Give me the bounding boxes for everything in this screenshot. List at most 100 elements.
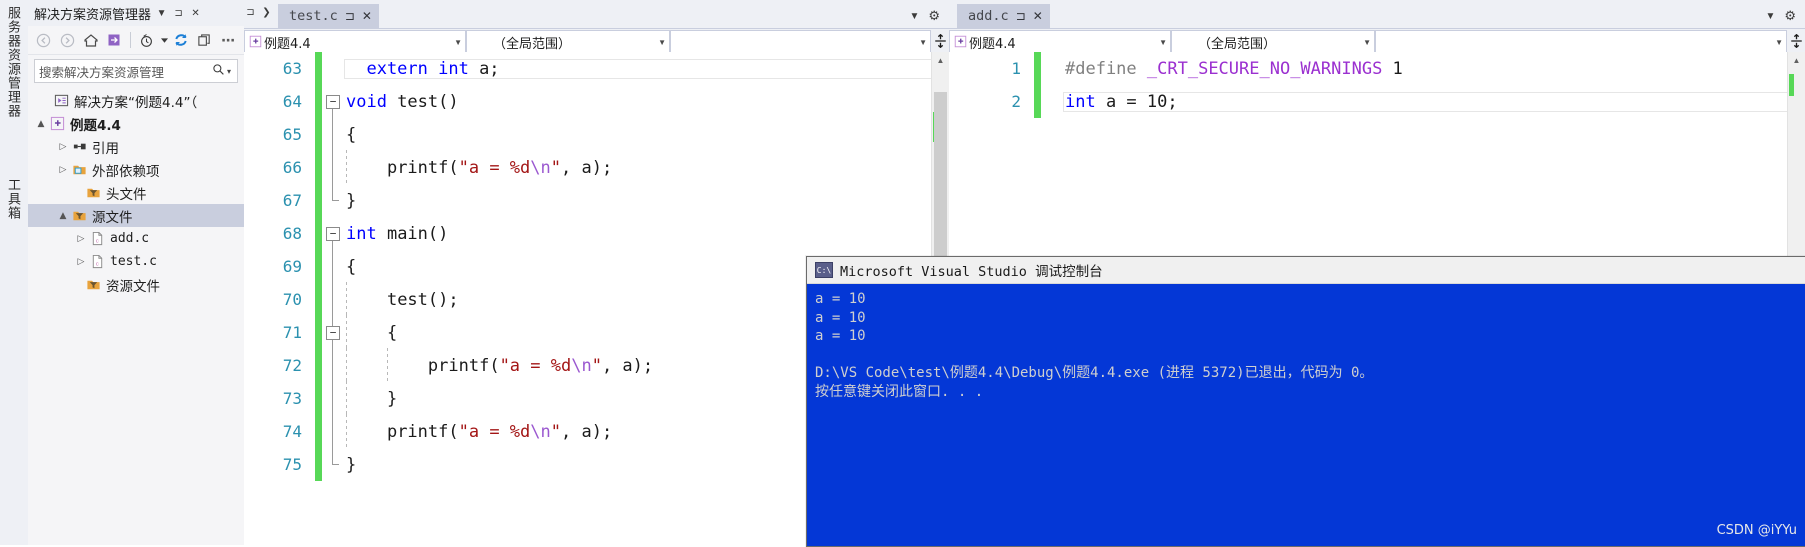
- back-icon[interactable]: [33, 29, 55, 51]
- fold-line: [332, 250, 333, 283]
- line-number: 67: [282, 191, 302, 210]
- tree-item-solution[interactable]: 解决方案“例题4.4”（: [28, 89, 244, 112]
- pin-icon[interactable]: ⊐: [172, 5, 185, 21]
- line-number: 64: [282, 92, 302, 111]
- solution-explorer-title: 解决方案资源管理器: [34, 7, 152, 23]
- chevron-down-icon[interactable]: ▼: [909, 11, 919, 22]
- line-number: 75: [282, 455, 302, 474]
- tree-item-label: 头文件: [106, 186, 147, 203]
- console-titlebar[interactable]: C:\ Microsoft Visual Studio 调试控制台: [807, 257, 1805, 284]
- forward-icon[interactable]: [57, 29, 79, 51]
- fold-column: [322, 382, 344, 415]
- chevron-down-icon[interactable]: ▼: [450, 38, 462, 47]
- fold-line: [332, 151, 333, 184]
- close-icon[interactable]: ✕: [189, 5, 202, 21]
- fold-column: [322, 283, 344, 316]
- chevron-down-icon[interactable]: ▼: [1359, 38, 1371, 47]
- tree-item-test-c[interactable]: ▷ c test.c: [28, 250, 244, 273]
- change-indicator: [315, 448, 322, 481]
- chevron-down-icon[interactable]: ▼: [1155, 38, 1167, 47]
- chevron-down-icon[interactable]: ▼: [155, 5, 168, 21]
- fold-column: [322, 415, 344, 448]
- tree-expander[interactable]: ▲: [34, 119, 48, 129]
- tab-label: test.c: [289, 8, 338, 24]
- scope-selector-left[interactable]: （全局范围） ▼: [466, 30, 670, 54]
- solution-explorer-header: 解决方案资源管理器 ▼ ⊐ ✕: [28, 0, 244, 26]
- chevron-right-icon[interactable]: ❯: [260, 4, 273, 20]
- dock-item-server-explorer[interactable]: 服务器资源管理器: [3, 6, 22, 118]
- tree-item-label: add.c: [110, 231, 150, 246]
- search-input[interactable]: 搜索解决方案资源管理: [39, 62, 212, 81]
- chevron-down-icon[interactable]: ▾: [225, 67, 233, 76]
- project-selector-value: 例题4.4: [264, 36, 311, 52]
- split-window-icon[interactable]: [931, 29, 949, 53]
- code-line: 67 }: [244, 184, 949, 217]
- tree-item-external-dependencies[interactable]: ▷ 外部依赖项: [28, 158, 244, 181]
- close-icon[interactable]: ✕: [362, 10, 372, 22]
- tree-item-source-files[interactable]: ▲ 源文件: [28, 204, 244, 227]
- chevron-down-icon[interactable]: ▼: [915, 38, 927, 47]
- pin-icon[interactable]: ⊐: [1016, 10, 1026, 22]
- pending-changes-icon[interactable]: [136, 29, 158, 51]
- tree-item-resource-files[interactable]: 资源文件: [28, 273, 244, 296]
- tree-item-add-c[interactable]: ▷ c add.c: [28, 227, 244, 250]
- tree-item-references[interactable]: ▷ 引用: [28, 135, 244, 158]
- chevron-down-icon[interactable]: ▼: [1765, 11, 1775, 22]
- tree-item-label: 资源文件: [106, 278, 160, 295]
- fold-line-end: [332, 448, 339, 465]
- fold-column[interactable]: −: [322, 85, 344, 118]
- pin-icon[interactable]: ⊐: [244, 4, 257, 20]
- code-text: void test(): [346, 91, 459, 112]
- tree-item-label: 解决方案“例题4.4”（: [74, 94, 198, 111]
- dock-item-toolbox[interactable]: 工具箱: [3, 178, 22, 220]
- tab-test-c[interactable]: test.c ⊐ ✕: [278, 4, 379, 28]
- pin-icon[interactable]: ⊐: [345, 10, 355, 22]
- collapse-button[interactable]: −: [326, 325, 340, 340]
- solution-icon: [52, 93, 71, 108]
- project-selector-right[interactable]: 例题4.4 ▼: [949, 30, 1171, 54]
- member-selector-left[interactable]: ▼: [670, 30, 931, 54]
- filter-folder-icon: [70, 208, 89, 223]
- gear-icon[interactable]: ⚙: [1784, 8, 1796, 24]
- refresh-icon[interactable]: [170, 29, 192, 51]
- home-icon[interactable]: [80, 29, 102, 51]
- gear-icon[interactable]: ⚙: [928, 8, 940, 24]
- scroll-up-icon[interactable]: ▲: [932, 52, 949, 69]
- fold-line: [332, 382, 333, 415]
- search-icon[interactable]: [212, 63, 225, 79]
- solution-explorer-panel: 解决方案资源管理器 ▼ ⊐ ✕ ⋯ 搜索解决方案资源管理 ▾ 解决方案“例题4.…: [28, 0, 245, 545]
- show-all-files-icon[interactable]: [194, 29, 216, 51]
- tree-expander[interactable]: ▲: [56, 211, 70, 221]
- project-selector-left[interactable]: 例题4.4 ▼: [244, 30, 466, 54]
- project-icon: [954, 35, 967, 50]
- sync-with-active-document-icon[interactable]: [104, 29, 126, 51]
- fold-column[interactable]: −: [322, 217, 344, 250]
- code-line: 68 − int main(): [244, 217, 949, 250]
- chevron-down-icon[interactable]: ▼: [1771, 38, 1783, 47]
- tree-item-project[interactable]: ▲ 例题4.4: [28, 112, 244, 135]
- tree-expander[interactable]: ▷: [74, 257, 88, 267]
- collapse-button[interactable]: −: [326, 226, 340, 241]
- scope-selector-right[interactable]: （全局范围） ▼: [1171, 30, 1375, 54]
- tree-expander[interactable]: ▷: [74, 234, 88, 244]
- code-line: 2 int a = 10;: [949, 85, 1805, 118]
- console-app-icon: C:\: [815, 262, 833, 278]
- solution-explorer-toolbar: ⋯: [28, 26, 244, 55]
- chevron-down-icon[interactable]: [160, 29, 169, 51]
- properties-icon[interactable]: ⋯: [218, 29, 240, 51]
- chevron-down-icon[interactable]: ▼: [654, 38, 666, 47]
- scroll-up-icon[interactable]: ▲: [1788, 52, 1805, 69]
- svg-text:c: c: [96, 260, 99, 267]
- member-selector-right[interactable]: ▼: [1375, 30, 1787, 54]
- tree-item-header-files[interactable]: 头文件: [28, 181, 244, 204]
- tree-expander[interactable]: ▷: [56, 142, 70, 152]
- fold-column[interactable]: −: [322, 316, 344, 349]
- close-icon[interactable]: ✕: [1033, 10, 1043, 22]
- tab-add-c[interactable]: add.c ⊐ ✕: [957, 4, 1050, 28]
- debug-console-window[interactable]: C:\ Microsoft Visual Studio 调试控制台 a = 10…: [806, 256, 1805, 547]
- fold-column: [322, 151, 344, 184]
- solution-explorer-search[interactable]: 搜索解决方案资源管理 ▾: [34, 59, 238, 83]
- collapse-button[interactable]: −: [326, 94, 340, 109]
- split-window-icon[interactable]: [1787, 29, 1805, 53]
- tree-expander[interactable]: ▷: [56, 165, 70, 175]
